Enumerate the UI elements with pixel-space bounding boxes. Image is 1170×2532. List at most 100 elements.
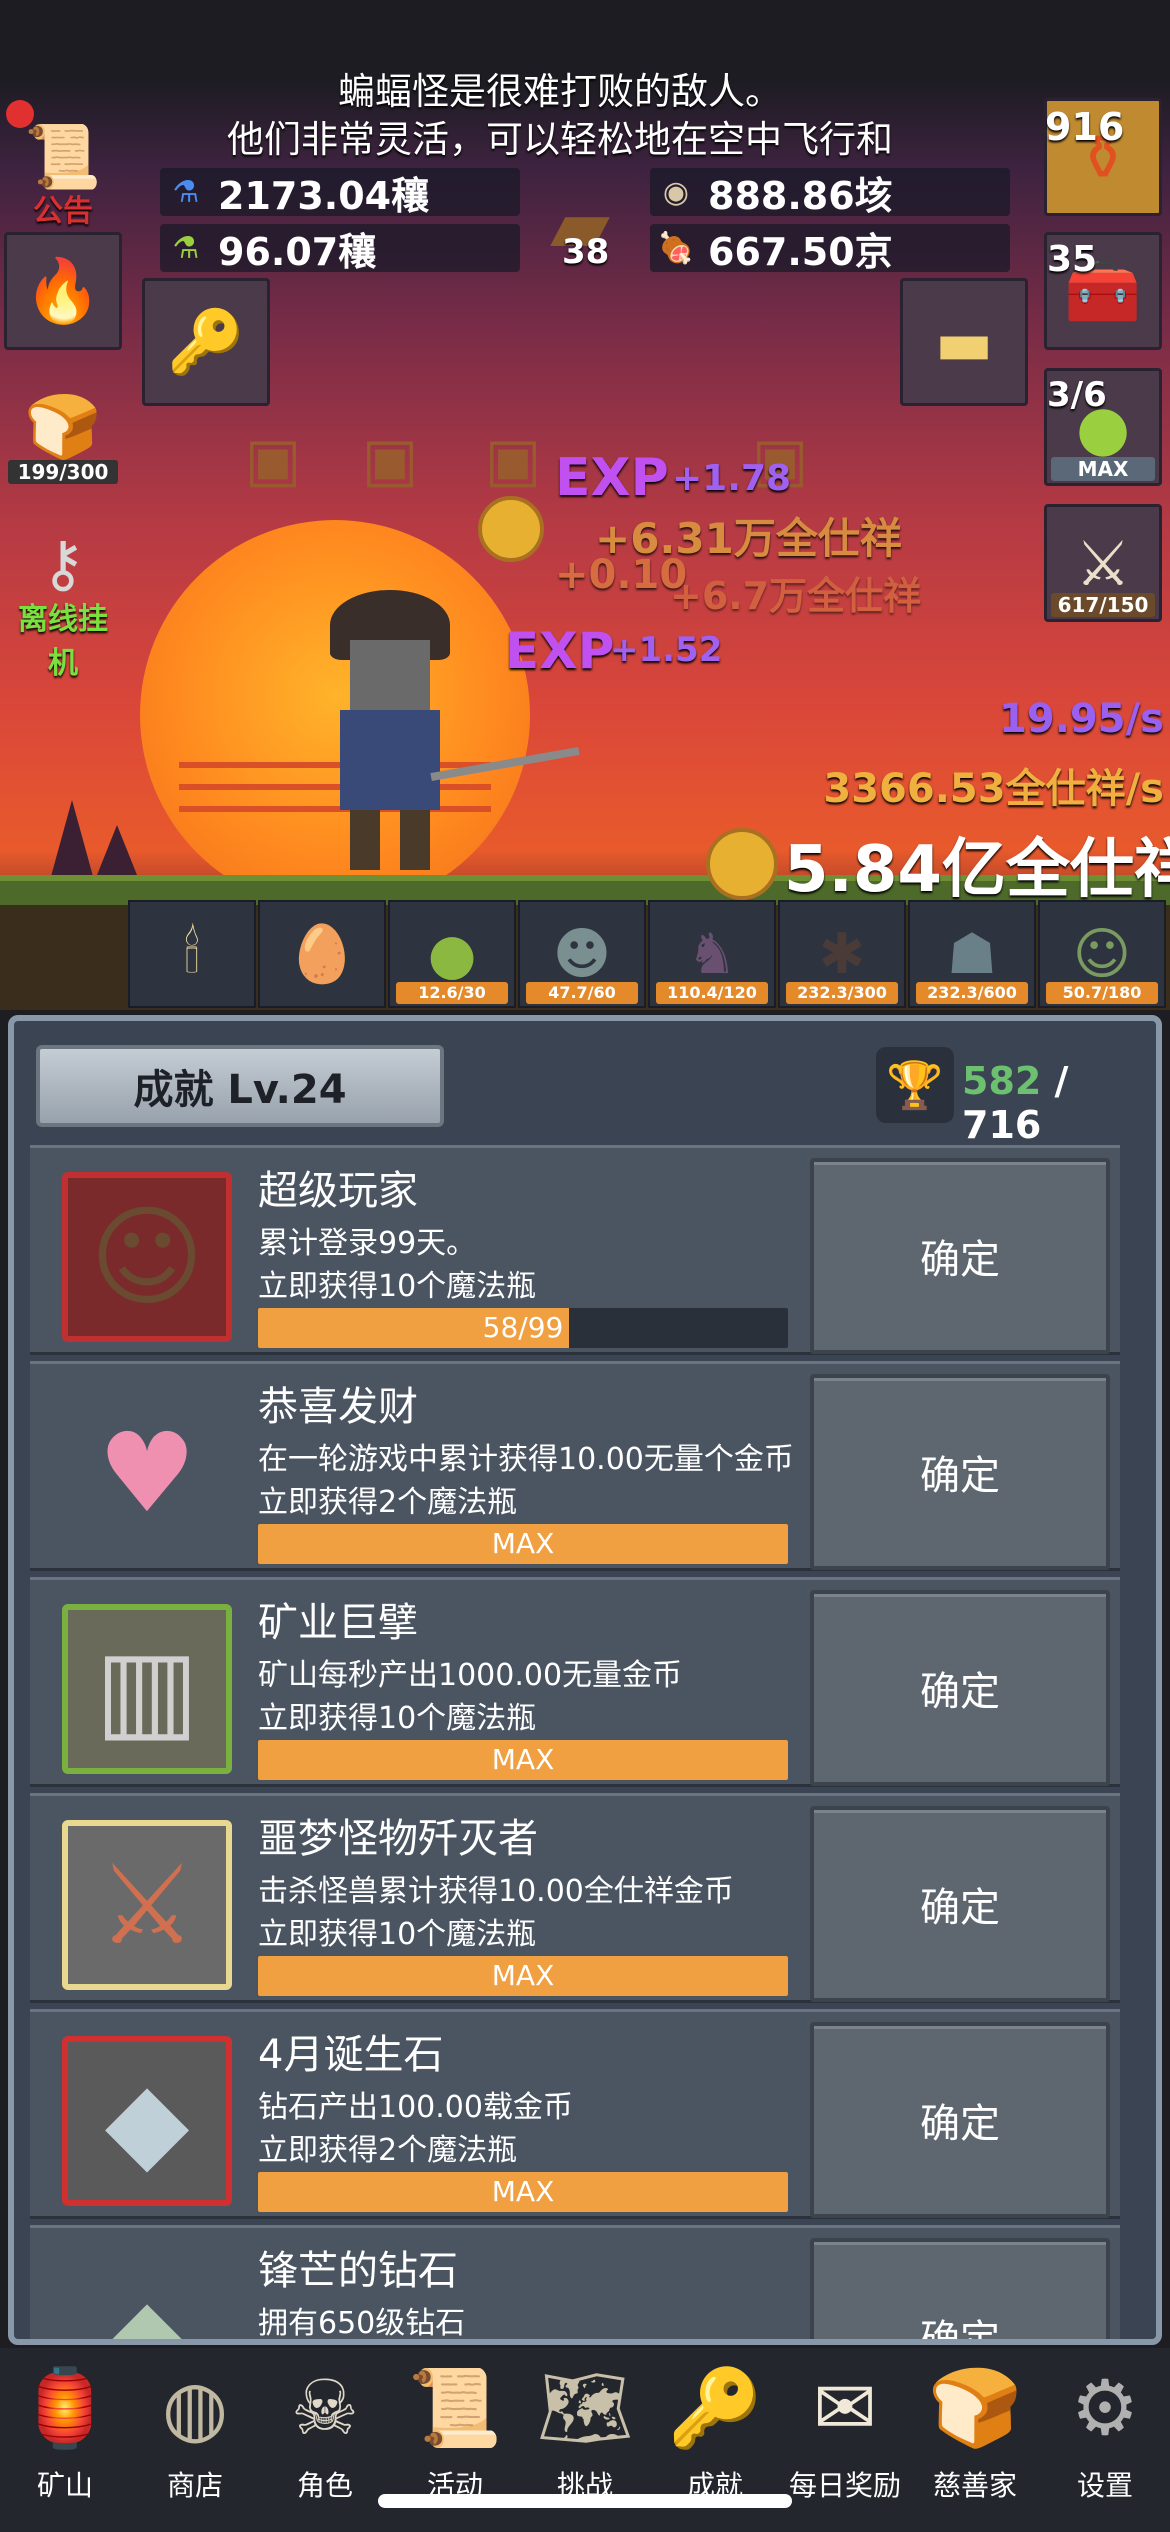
confirm-button[interactable]: 确定 (810, 1158, 1110, 1354)
achievement-row: ▥ 矿业巨擘 矿山每秒产出1000.00无量金币 立即获得10个魔法瓶 MAX 确定 (30, 1577, 1120, 1787)
egg-icon: 🥚 (287, 922, 357, 987)
blue-potion-icon: ⚗ (172, 174, 200, 210)
bat-icon: ♞ (686, 921, 738, 987)
exp-popup: EXP (505, 622, 615, 680)
monster-slot[interactable]: ☗ 232.3/600 (908, 900, 1036, 1008)
exp-popup: EXP (555, 448, 669, 508)
total-gold-coin-icon (706, 828, 778, 900)
confirm-button[interactable]: 确定 (810, 2022, 1110, 2218)
announcement-line: 他们非常灵活，可以轻松地在空中飞行和 (227, 118, 893, 161)
notice-button[interactable]: 📜 公告 (4, 98, 122, 229)
monster-count: 47.7/60 (526, 982, 638, 1004)
monster-slot[interactable]: ✱ 232.3/300 (778, 900, 906, 1008)
home-indicator[interactable] (378, 2494, 792, 2508)
treasure-chest-icon[interactable]: ▣ (478, 420, 548, 500)
sword-icon: ⚔ (62, 1820, 232, 1990)
monster-slot[interactable]: 🕯 (128, 900, 256, 1008)
achievement-row: ◆ 4月诞生石 钻石产出100.00载金币 立即获得2个魔法瓶 MAX 确定 (30, 2009, 1120, 2219)
achievement-title: 超级玩家 (258, 1168, 418, 1214)
trophy-icon: 🏆 (876, 1047, 954, 1123)
currency-value: 888.86垓 (708, 173, 893, 218)
treasure-chest-icon[interactable]: ▣ (238, 420, 308, 500)
achievement-title: 4月诞生石 (258, 2032, 444, 2078)
nav-item-stone[interactable]: ◍ 商店 (130, 2348, 260, 2532)
achievement-reward: 立即获得2个魔法瓶 (258, 2133, 518, 2168)
monster-slot[interactable]: 🥚 (258, 900, 386, 1008)
achievement-title: 噩梦怪物歼灭者 (258, 1816, 538, 1862)
monster-slot[interactable]: ☻ 47.7/60 (518, 900, 646, 1008)
butter-button[interactable]: ▬ (900, 278, 1028, 406)
progress-text: MAX (491, 1527, 555, 1560)
skull-icon: ☠ (290, 2363, 360, 2452)
bread-icon: 🍞 (24, 390, 102, 463)
slime-button[interactable]: ● 3/6 MAX (1044, 368, 1162, 486)
stone-icon: ◉ (662, 174, 690, 210)
key-icon: ⚷ (40, 526, 86, 600)
progress-text: MAX (491, 2175, 555, 2208)
achievement-reward: 立即获得10个魔法瓶 (258, 1269, 537, 1304)
achievement-progress-bar: 58/99 (258, 1308, 788, 1348)
nav-item-bread[interactable]: 🍞 慈善家 (910, 2348, 1040, 2532)
currency-value: 96.07穰 (218, 229, 377, 274)
game-scene[interactable]: 蝙蝠怪是很难打败的敌人。 他们非常灵活，可以轻松地在空中飞行和 ⚗ 2173.0… (0, 0, 1170, 1010)
achievement-description: 累计登录99天。 (258, 1226, 477, 1261)
progress-text: 58/99 (482, 1311, 564, 1344)
letter-icon: ✉ (813, 2363, 877, 2452)
achievement-description: 在一轮游戏中累计获得10.00无量个金币 (258, 1442, 794, 1477)
currency-value: 2173.04穰 (218, 173, 430, 218)
bread-progress: 199/300 (8, 460, 118, 484)
monster-slot[interactable]: ● 12.6/30 (388, 900, 516, 1008)
crystal-icon: ◆ (104, 2273, 190, 2339)
nav-item-letter[interactable]: ✉ 每日奖励 (780, 2348, 910, 2532)
achievement-title: 矿业巨擘 (258, 1600, 418, 1646)
golden-key-lock-button[interactable]: 🔑 (142, 278, 270, 406)
nav-label: 矿山 (36, 2469, 93, 2502)
sword-button[interactable]: ⚔ 617/150 (1044, 504, 1162, 622)
monster-slot[interactable]: ☺ 50.7/180 (1038, 900, 1166, 1008)
nav-label: 慈善家 (932, 2469, 1017, 2502)
achievement-title: 恭喜发财 (258, 1384, 418, 1430)
confirm-button[interactable]: 确定 (810, 1806, 1110, 2002)
currency-stone: ◉ 888.86垓 (650, 168, 1010, 218)
achievement-title: 锋芒的钻石 (258, 2248, 458, 2294)
achievement-reward: 立即获得2个魔法瓶 (258, 1485, 518, 1520)
currency-green-potion: ⚗ 96.07穰 (160, 224, 520, 274)
mountain-silhouette (50, 800, 94, 880)
achievement-row: ⚔ 噩梦怪物歼灭者 击杀怪兽累计获得10.00全仕祥金币 立即获得10个魔法瓶 MAX 确… (30, 1793, 1120, 2003)
achievement-progress-bar: MAX (258, 1956, 788, 1996)
sword-progress: 617/150 (1051, 593, 1155, 617)
slime-icon: ● (427, 921, 477, 987)
heart-potion-icon: ♥ (97, 1409, 197, 1537)
achievement-row: ♥ 恭喜发财在一轮游戏中累计获得10.00无量个金币 立即获得2个魔法瓶 MAX 确定 (30, 1361, 1120, 1571)
confirm-button[interactable]: 确定 (810, 1590, 1110, 1786)
offline-button[interactable]: ⚷ 离线挂机 (4, 504, 122, 682)
monster-count: 12.6/30 (396, 982, 508, 1004)
nav-item-skull[interactable]: ☠ 角色 (260, 2348, 390, 2532)
monster-count: 232.3/600 (916, 982, 1028, 1004)
currency-value: 667.50京 (708, 229, 893, 274)
monster-slot[interactable]: ♞ 110.4/120 (648, 900, 776, 1008)
nav-item-gear[interactable]: ⚙ 设置 (1040, 2348, 1170, 2532)
confirm-button[interactable]: 确定 (810, 1374, 1110, 1570)
achievement-reward: 立即获得10个魔法瓶 (258, 1917, 537, 1952)
chest-button[interactable]: 🧰 35 (1044, 232, 1162, 350)
monster-strip: 🕯 🥚 ● 12.6/30 ☻ 47.7/60 ♞ 110.4/120 ✱ 232.3/300 ☗ 2… (128, 900, 1166, 1008)
butter-icon: ▬ (934, 305, 994, 379)
trophy-count: 582 / 716 (962, 1059, 1156, 1147)
treasure-chest-icon[interactable]: ▣ (355, 420, 425, 500)
nav-item-lantern[interactable]: 🏮 矿山 (0, 2348, 130, 2532)
girl-portrait-icon: ☺ (62, 1172, 232, 1342)
exp-value: +1.52 (610, 630, 723, 670)
confirm-button[interactable]: 确定 (810, 2238, 1110, 2339)
announcement-line: 蝙蝠怪是很难打败的敌人。 (338, 70, 782, 113)
bread-button[interactable]: 🍞 199/300 (4, 368, 122, 486)
achievement-list[interactable]: ◆ 锋芒的钻石拥有650级钻石 确定 ◆ 4月诞生石钻石产出100.00载金币立即获得2… (30, 1145, 1134, 2339)
slime-bar: MAX (1051, 457, 1155, 481)
gold-rate: 3366.53全仕祥/s (823, 766, 1164, 812)
torch-button[interactable]: 🔥 (4, 232, 122, 350)
potion-button[interactable]: ⚱ 916 (1044, 98, 1162, 216)
stone-icon: ◍ (161, 2363, 229, 2452)
achievement-reward: 立即获得10个魔法瓶 (258, 1701, 537, 1736)
sword-icon: ⚔ (1075, 526, 1131, 600)
nav-label: 设置 (1076, 2469, 1133, 2502)
